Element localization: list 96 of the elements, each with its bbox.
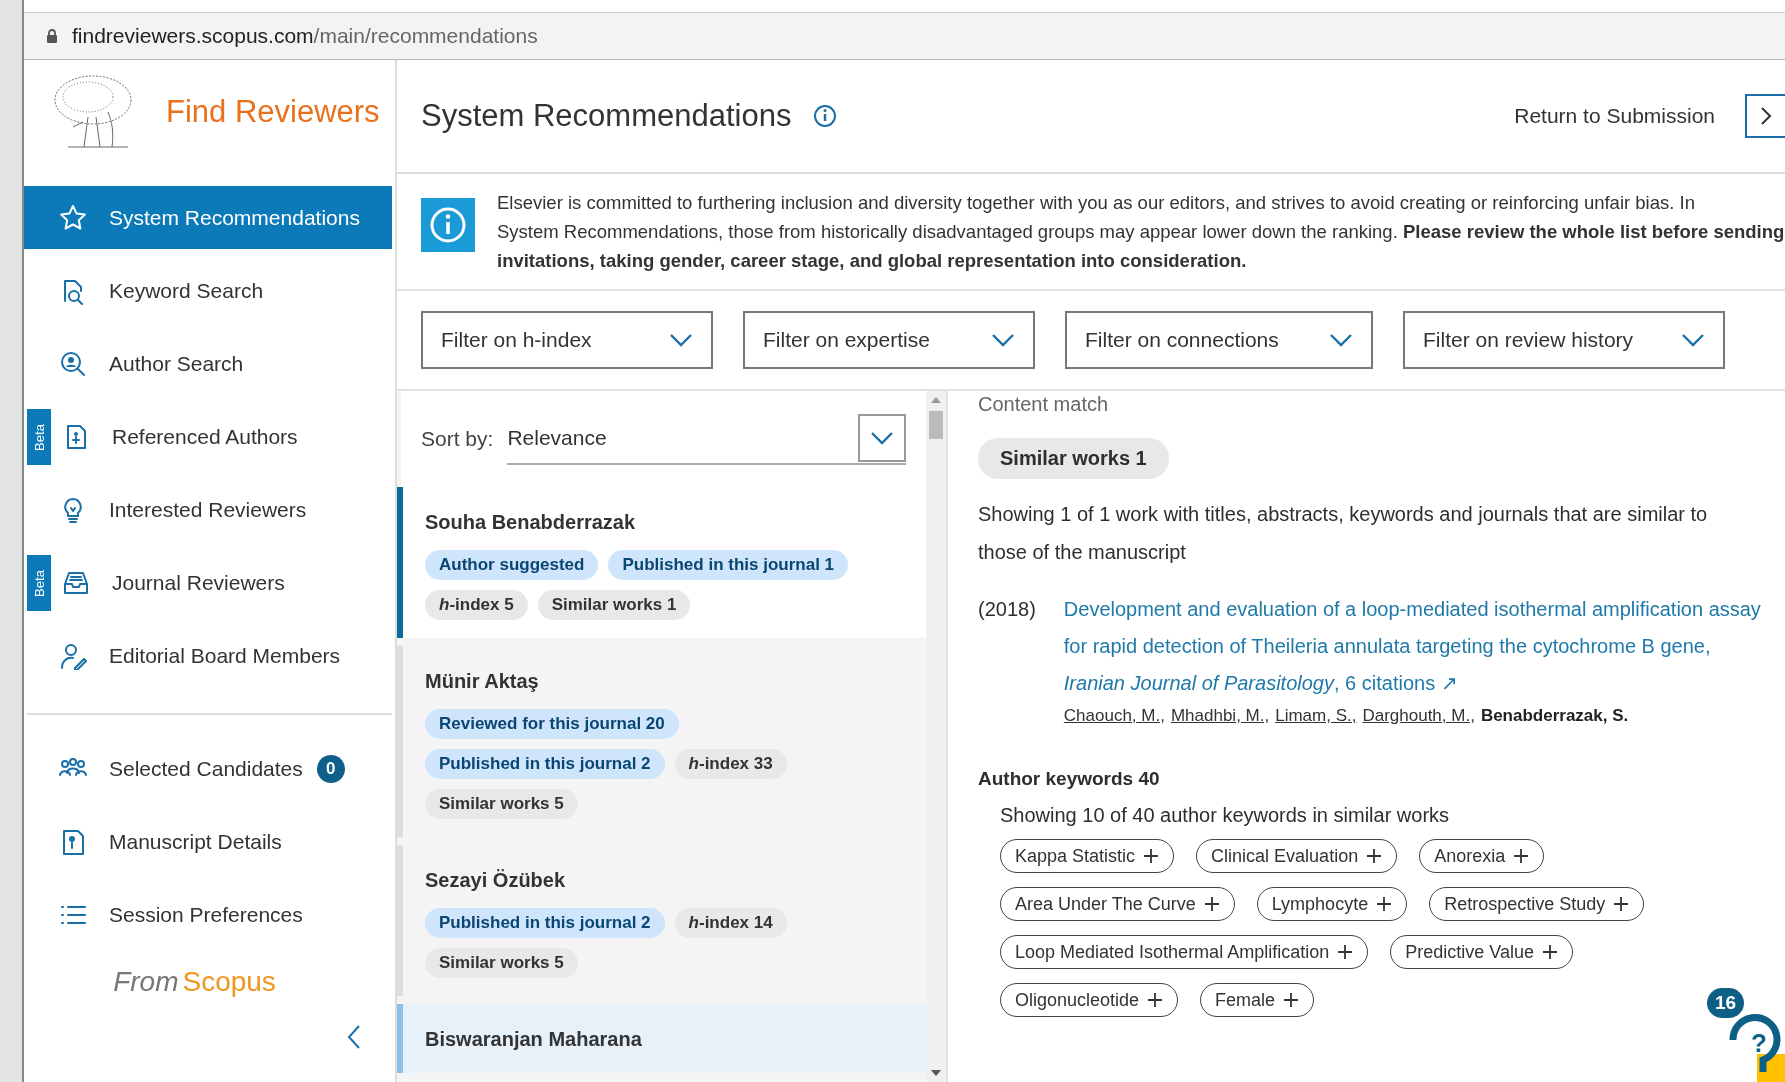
tag: h-index 33 xyxy=(674,749,787,779)
chevron-down-icon xyxy=(870,431,894,445)
candidate-name: Sezayi Özübek xyxy=(425,869,567,892)
tag: Similar works 5 xyxy=(425,948,578,978)
chevron-down-icon xyxy=(1329,333,1353,347)
scroll-thumb[interactable] xyxy=(929,411,943,439)
url-text: findreviewers.scopus.com/main/recommendations xyxy=(72,24,538,48)
filter-dropdown[interactable]: Filter on review history xyxy=(1403,311,1725,369)
chevron-right-icon xyxy=(1760,106,1772,126)
nav-item[interactable]: Referenced Authors xyxy=(54,405,392,468)
chevron-down-icon xyxy=(991,333,1015,347)
chevron-left-icon xyxy=(347,1024,361,1050)
next-button[interactable] xyxy=(1745,94,1785,138)
page-title: System Recommendations xyxy=(421,98,792,134)
beta-tag: Beta xyxy=(27,409,51,465)
candidate-card[interactable]: Souha Benabderrazak Author suggested Published in this journal 1 h-index 5 Similar works 1 xyxy=(397,487,926,638)
plus-icon xyxy=(1613,896,1630,912)
chevron-down-icon xyxy=(669,333,693,347)
nav-item[interactable]: Interested Reviewers xyxy=(24,478,392,541)
nav-item[interactable]: System Recommendations xyxy=(24,186,392,249)
candidate-name: Münir Aktaş xyxy=(425,670,540,693)
filter-dropdown[interactable]: Filter on h-index xyxy=(421,311,713,369)
tag: Published in this journal 2 xyxy=(425,908,665,938)
info-icon xyxy=(813,104,838,128)
tag: h-index 5 xyxy=(425,590,528,620)
keyword-chip[interactable]: Anorexia xyxy=(1419,839,1545,873)
question-mark: ? xyxy=(1751,1028,1767,1059)
section-heading: Author keywords 40 xyxy=(978,768,1161,790)
keyword-chip[interactable]: Retrospective Study xyxy=(1429,887,1645,921)
keyword-chip[interactable]: Kappa Statistic xyxy=(1000,839,1175,873)
beta-tag: Beta xyxy=(27,555,51,611)
plus-icon xyxy=(1283,992,1300,1008)
year-text: (2018) xyxy=(978,597,1036,622)
nav-item[interactable]: Keyword Search xyxy=(24,259,392,322)
nav-item[interactable]: Editorial Board Members xyxy=(24,624,392,687)
author-link[interactable]: Mhadhbi, M., xyxy=(1170,706,1270,726)
filter-dropdown[interactable]: Filter on expertise xyxy=(743,311,1035,369)
filter-dropdown[interactable]: Filter on connections xyxy=(1065,311,1373,369)
plus-icon xyxy=(1366,848,1383,864)
nav-item[interactable]: Session Preferences xyxy=(24,883,392,946)
plus-icon xyxy=(1203,896,1220,912)
candidate-name: Biswaranjan Maharana xyxy=(425,1028,643,1051)
user-pen-icon xyxy=(59,641,87,670)
candidate-name: Souha Benabderrazak xyxy=(425,511,637,534)
keyword-chip[interactable]: Clinical Evaluation xyxy=(1196,839,1398,873)
tag: Similar works 1 xyxy=(537,590,691,620)
author-link[interactable]: Limam, S., xyxy=(1275,706,1357,726)
plus-icon xyxy=(1143,848,1160,864)
scopus-logo: From Scopus xyxy=(113,966,276,998)
description-text: Showing 1 of 1 work with titles, abstracts, keywords and journals that are similar to those of the manuscript xyxy=(978,502,1709,565)
keyword-chip[interactable]: Predictive Value xyxy=(1390,935,1573,969)
chevron-down-icon xyxy=(1681,333,1705,347)
section-label: Content match xyxy=(978,393,1110,416)
author-link[interactable]: Darghouth, M., xyxy=(1362,706,1475,726)
similar-works-tab[interactable]: Similar works 1 xyxy=(978,438,1169,479)
plus-icon xyxy=(1541,944,1558,960)
tag: Published in this journal 1 xyxy=(608,550,849,580)
help-button[interactable]: ? 16 xyxy=(1707,988,1781,1078)
arrow-down-icon xyxy=(931,1070,941,1076)
keyword-chip[interactable]: Area Under The Curve xyxy=(1000,887,1235,921)
scrollbar[interactable] xyxy=(926,391,946,1082)
notice-text: Elsevier is committed to furthering inclusion and diversity together with you as our editors, and strives to avoid creating or reinforcing unfair bias. In System Recommendations, those from historically disadvantaged groups may appear lower down the ranking. Please review the whole list before sending invitations, taking gender, career stage, and global representation into consideration. xyxy=(497,191,1785,273)
app-title: Find Reviewers xyxy=(166,94,380,130)
tag: Similar works 5 xyxy=(425,789,578,819)
tag: Published in this journal 2 xyxy=(425,749,665,779)
plus-icon xyxy=(1513,848,1530,864)
arrow-up-icon xyxy=(931,397,941,403)
sort-label: Sort by: xyxy=(421,427,494,451)
count-badge: 0 xyxy=(316,754,345,783)
author-link[interactable]: Chaouch, M., xyxy=(1063,706,1165,726)
plus-icon xyxy=(1147,992,1164,1008)
sort-dropdown[interactable]: Relevance xyxy=(507,413,906,465)
nav-item[interactable]: Author Search xyxy=(24,332,392,395)
count-badge: 16 xyxy=(1707,988,1745,1018)
return-link[interactable]: Return to Submission xyxy=(1514,104,1715,128)
tag: h-index 14 xyxy=(674,908,787,938)
work-title-link[interactable]: Development and evaluation of a loop-mediated isothermal amplification assay for rapid detection of Theileria annulata targeting the cytochrome B gene, Iranian Journal of Parasitology, 6 citations ↗ xyxy=(1063,591,1784,702)
user-search-icon xyxy=(59,349,87,378)
nav-item[interactable]: Journal Reviewers xyxy=(54,551,392,614)
author-name: Benabderrazak, S. xyxy=(1480,706,1629,726)
info-icon xyxy=(421,198,475,252)
tag: Author suggested xyxy=(425,550,599,580)
keyword-chip[interactable]: Oligonucleotide xyxy=(1000,983,1179,1017)
tag: Reviewed for this journal 20 xyxy=(425,709,679,739)
star-icon xyxy=(59,203,87,232)
nav-item[interactable]: Selected Candidates 0 xyxy=(24,737,392,800)
keyword-chip[interactable]: Female xyxy=(1200,983,1315,1017)
nav-item[interactable]: Manuscript Details xyxy=(24,810,392,873)
candidate-card[interactable]: Biswaranjan Maharana xyxy=(397,1004,926,1073)
address-bar[interactable]: findreviewers.scopus.com/main/recommendations xyxy=(24,12,1785,60)
plus-icon xyxy=(1337,944,1354,960)
plus-icon xyxy=(1376,896,1393,912)
lock-icon xyxy=(46,29,58,43)
keywords-note: Showing 10 of 40 author keywords in similar works xyxy=(1000,804,1451,827)
keyword-chip[interactable]: Lymphocyte xyxy=(1256,887,1408,921)
keyword-chip[interactable]: Loop Mediated Isothermal Amplification xyxy=(1000,935,1369,969)
